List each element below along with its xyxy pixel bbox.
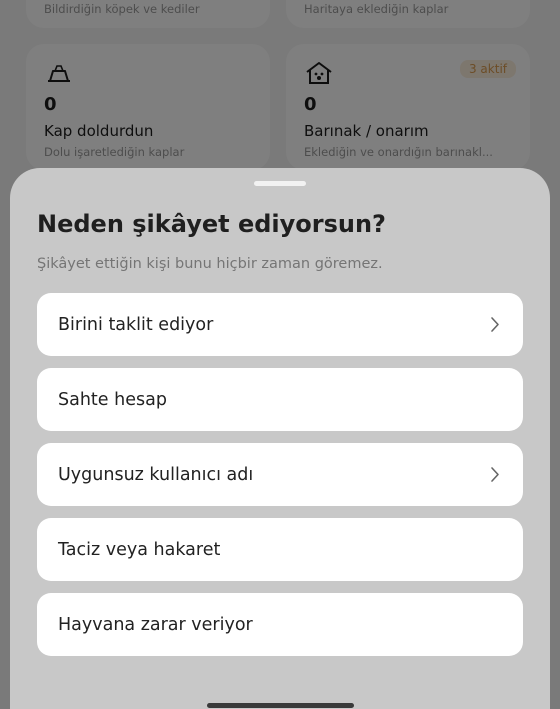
option-animal-harm[interactable]: Hayvana zarar veriyor: [37, 593, 523, 656]
report-reason-sheet: Neden şikâyet ediyorsun? Şikâyet ettiğin…: [10, 168, 550, 709]
option-inappropriate-username[interactable]: Uygunsuz kullanıcı adı: [37, 443, 523, 506]
option-label: Hayvana zarar veriyor: [58, 614, 253, 635]
home-indicator: [207, 703, 354, 708]
sheet-grab-handle[interactable]: [254, 181, 306, 186]
chevron-right-icon: [491, 317, 499, 332]
option-fake-account[interactable]: Sahte hesap: [37, 368, 523, 431]
option-label: Sahte hesap: [58, 389, 167, 410]
option-label: Birini taklit ediyor: [58, 314, 214, 335]
option-label: Uygunsuz kullanıcı adı: [58, 464, 254, 485]
option-label: Taciz veya hakaret: [58, 539, 221, 560]
sheet-subtitle: Şikâyet ettiğin kişi bunu hiçbir zaman g…: [37, 256, 383, 272]
option-harassment[interactable]: Taciz veya hakaret: [37, 518, 523, 581]
chevron-right-icon: [491, 467, 499, 482]
sheet-title: Neden şikâyet ediyorsun?: [37, 210, 386, 238]
option-impersonation[interactable]: Birini taklit ediyor: [37, 293, 523, 356]
